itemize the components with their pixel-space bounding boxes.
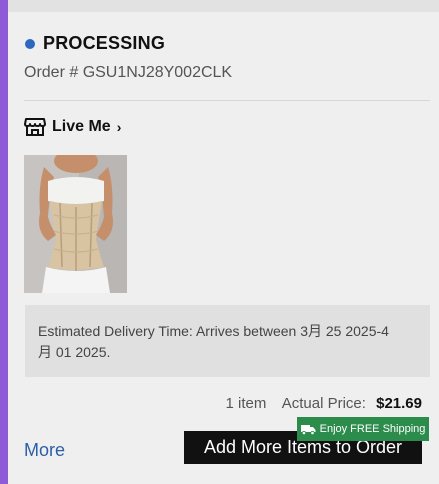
delivery-estimate-text: Estimated Delivery Time: Arrives between… [38,323,389,360]
product-photo [24,155,127,293]
store-link[interactable]: Live Me › [24,117,121,137]
truck-icon [300,424,316,435]
divider [24,100,430,101]
status-dot-icon [25,38,35,49]
price-label: Actual Price: [281,395,366,412]
delivery-estimate-box: Estimated Delivery Time: Arrives between… [25,305,430,377]
free-shipping-badge: Enjoy FREE Shipping [297,417,429,441]
order-number: Order # GSU1NJ28Y002CLK [24,64,233,81]
store-icon [24,118,46,136]
order-status: PROCESSING [25,33,165,54]
item-count: 1 item [225,395,267,412]
order-card: PROCESSING Order # GSU1NJ28Y002CLK Live … [8,12,439,484]
top-edge-strip [8,0,439,12]
status-label: PROCESSING [43,33,166,53]
chevron-right-icon: › [116,119,122,135]
price-value: $21.69 [376,395,422,412]
store-name: Live Me [52,118,111,135]
product-image[interactable] [24,155,127,293]
left-accent-bar [0,0,8,484]
order-summary: 1 item Actual Price: $21.69 [226,395,422,412]
more-button[interactable]: More [24,440,65,461]
free-shipping-text: Enjoy FREE Shipping [319,423,426,435]
